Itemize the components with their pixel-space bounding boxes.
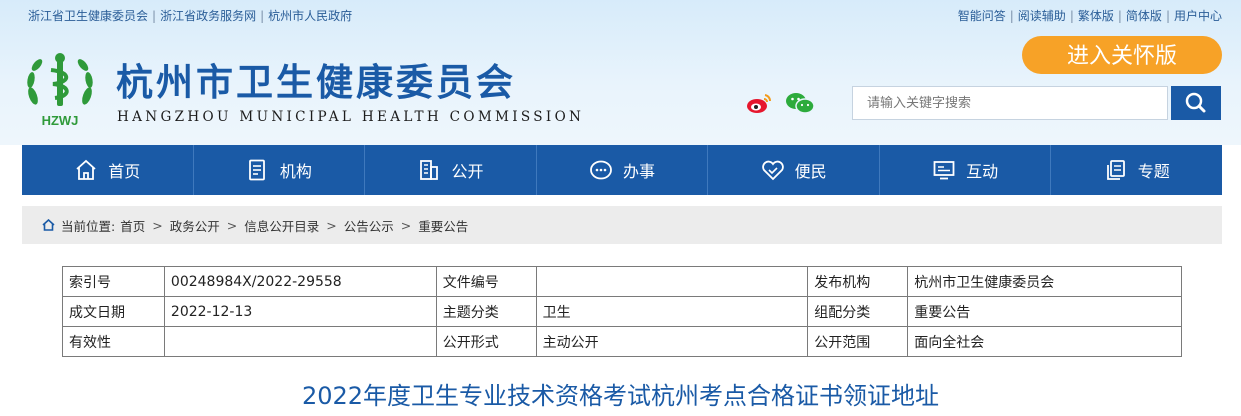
table-cell: 杭州市卫生健康委员会 (907, 266, 1182, 297)
separator: | (1117, 9, 1122, 23)
link-hangzhou-gov[interactable]: 杭州市人民政府 (268, 9, 352, 23)
search-input[interactable] (852, 86, 1168, 120)
nav-interaction[interactable]: 互动 (878, 145, 1051, 195)
table-row: 有效性 公开形式 主动公开 公开范围 面向全社会 (62, 326, 1182, 357)
breadcrumb-separator: > (326, 217, 337, 233)
top-links-left: 浙江省卫生健康委员会 | 浙江省政务服务网 | 杭州市人民政府 (28, 7, 352, 24)
nav-convenience[interactable]: 便民 (707, 145, 879, 195)
wechat-icon[interactable] (785, 91, 815, 115)
article-title: 2022年度卫生专业技术资格考试杭州考点合格证书领证地址 (301, 382, 940, 410)
breadcrumb-link-home[interactable]: 首页 (120, 216, 145, 235)
weibo-icon[interactable] (745, 91, 773, 115)
table-cell: 文件编号 (435, 266, 537, 297)
site-title[interactable]: 杭州市卫生健康委员会 (116, 52, 516, 106)
table-cell: 重要公告 (907, 296, 1182, 327)
link-reading-aid[interactable]: 阅读辅助 (1018, 9, 1066, 23)
site-subtitle: HANGZHOU MUNICIPAL HEALTH COMMISSION (117, 109, 585, 125)
building-icon (420, 160, 439, 180)
search-icon (1185, 92, 1206, 113)
hzwj-logo-icon[interactable]: HZWJ (23, 50, 97, 128)
link-zhejiang-health[interactable]: 浙江省卫生健康委员会 (28, 9, 148, 23)
separator: | (1009, 9, 1014, 23)
separator: | (152, 9, 157, 23)
top-links-right: 智能问答 | 阅读辅助 | 繁体版 | 简体版 | 用户中心 (958, 7, 1222, 24)
table-row: 索引号 00248984X/2022-29558 文件编号 发布机构 杭州市卫生… (62, 266, 1182, 297)
table-cell: 公开形式 (435, 326, 537, 357)
home-icon (76, 159, 96, 180)
table-cell: 发布机构 (807, 266, 909, 297)
home-icon (42, 219, 55, 231)
nav-organization-label: 机构 (279, 162, 312, 181)
breadcrumb-separator: > (152, 217, 163, 233)
care-mode-button[interactable]: 进入关怀版 (1022, 36, 1222, 74)
table-cell: 主动公开 (535, 326, 809, 357)
breadcrumb-separator: > (226, 217, 238, 233)
breadcrumb-link-important[interactable]: 重要公告 (418, 216, 468, 235)
table-cell: 索引号 (62, 266, 165, 297)
search-button[interactable] (1171, 86, 1221, 120)
breadcrumb-prefix: 当前位置: (61, 218, 116, 234)
nav-services[interactable]: 办事 (535, 145, 708, 195)
document-meta-table: 索引号 00248984X/2022-29558 文件编号 发布机构 杭州市卫生… (62, 266, 1182, 357)
table-cell: 成文日期 (62, 296, 165, 327)
nav-interaction-label: 互动 (966, 162, 999, 181)
nav-organization[interactable]: 机构 (192, 145, 365, 195)
table-cell: 组配分类 (807, 296, 909, 327)
nav-disclosure-label: 公开 (451, 162, 484, 181)
link-traditional-chinese[interactable]: 繁体版 (1078, 9, 1114, 23)
nav-disclosure[interactable]: 公开 (364, 145, 536, 195)
breadcrumb: 当前位置: 首页 > 政务公开 > 信息公开目录 > 公告公示 > 重要公告 (22, 206, 1222, 244)
nav-home-label: 首页 (108, 162, 141, 181)
separator: | (260, 9, 265, 23)
handshake-icon (761, 160, 784, 181)
nav-services-label: 办事 (623, 162, 656, 181)
nav-topics-label: 专题 (1137, 162, 1170, 181)
link-user-center[interactable]: 用户中心 (1174, 9, 1222, 23)
monitor-icon (933, 161, 955, 180)
link-zhejiang-gov-service[interactable]: 浙江省政务服务网 (160, 9, 256, 23)
breadcrumb-separator: > (400, 217, 412, 233)
breadcrumb-link-catalog[interactable]: 信息公开目录 (244, 216, 319, 235)
separator: | (1165, 9, 1170, 23)
main-nav: 首页 机构 公开 办事 便民 互动 专题 (22, 145, 1222, 195)
link-smart-qa[interactable]: 智能问答 (958, 9, 1006, 23)
svg-text:HZWJ: HZWJ (42, 113, 79, 128)
separator: | (1069, 9, 1074, 23)
link-simplified-chinese[interactable]: 简体版 (1126, 9, 1162, 23)
breadcrumb-link-gov-affairs[interactable]: 政务公开 (170, 216, 220, 235)
table-cell: 00248984X/2022-29558 (163, 266, 437, 297)
table-cell: 主题分类 (435, 296, 537, 327)
nav-home[interactable]: 首页 (22, 145, 193, 195)
chat-icon (590, 160, 612, 180)
table-cell: 面向全社会 (907, 326, 1182, 357)
copy-icon (1106, 160, 1125, 180)
table-row: 成文日期 2022-12-13 主题分类 卫生 组配分类 重要公告 (62, 296, 1182, 327)
table-cell: 卫生 (535, 296, 809, 327)
table-cell: 2022-12-13 (163, 296, 437, 327)
breadcrumb-link-notices[interactable]: 公告公示 (344, 216, 394, 235)
document-icon (248, 159, 265, 181)
nav-convenience-label: 便民 (794, 162, 827, 181)
table-cell: 有效性 (62, 326, 165, 357)
table-cell (535, 266, 809, 297)
table-cell (163, 326, 437, 357)
table-cell: 公开范围 (807, 326, 909, 357)
nav-topics[interactable]: 专题 (1050, 145, 1222, 195)
